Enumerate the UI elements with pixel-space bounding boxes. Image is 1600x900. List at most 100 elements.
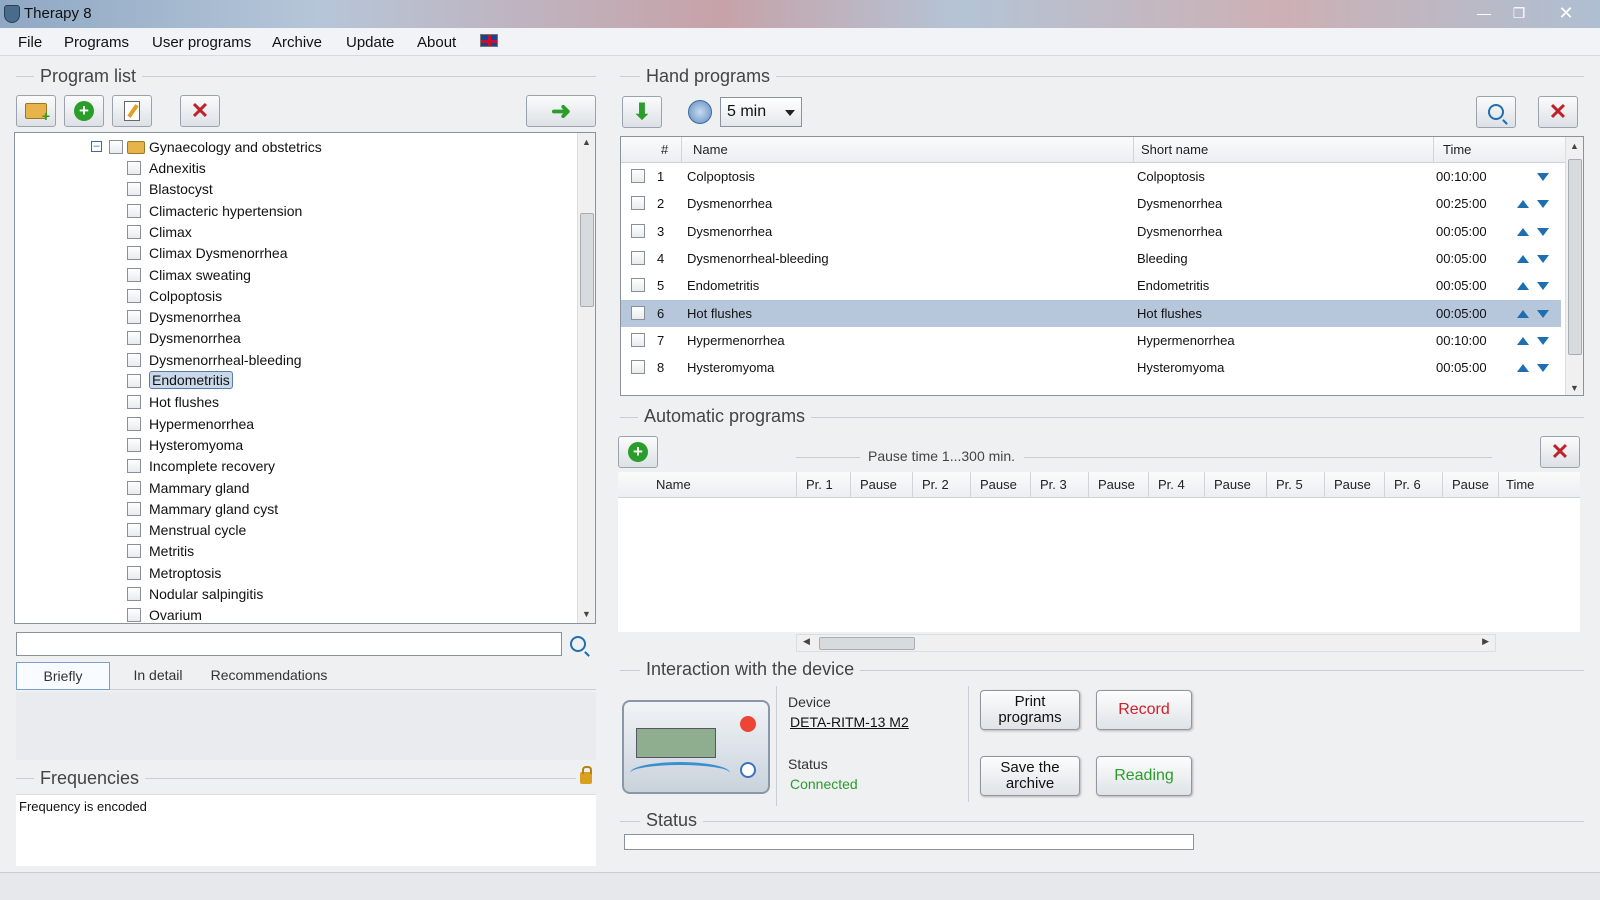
tree-item[interactable]: Hot flushes (15, 392, 575, 412)
tab-recommendations[interactable]: Recommendations (204, 662, 334, 690)
move-down-icon[interactable] (1537, 282, 1549, 291)
tree-item[interactable]: Endometritis (15, 371, 575, 391)
tree-item[interactable]: Blastocyst (15, 179, 575, 199)
tree-item-checkbox[interactable] (127, 267, 141, 282)
tree-item-checkbox[interactable] (127, 331, 141, 346)
tree-item-checkbox[interactable] (127, 587, 141, 601)
move-down-icon[interactable] (1537, 336, 1549, 345)
tree-item-checkbox[interactable] (127, 246, 141, 261)
move-down-icon[interactable] (1537, 200, 1549, 209)
move-up-icon[interactable] (1517, 364, 1529, 373)
table-row[interactable]: 4 Dysmenorrheal-bleeding Bleeding 00:05:00 (621, 245, 1561, 272)
hand-table-scrollbar[interactable]: ▲ ▼ (1565, 137, 1583, 395)
tree-item-checkbox[interactable] (127, 310, 141, 325)
maximize-icon[interactable]: ❐ (1505, 3, 1533, 23)
program-search-input[interactable] (16, 632, 562, 656)
menu-user-programs[interactable]: User programs (152, 34, 251, 51)
row-checkbox[interactable] (631, 250, 645, 265)
record-button[interactable]: Record (1096, 690, 1192, 730)
edit-program-button[interactable] (112, 95, 152, 127)
language-flag-icon[interactable] (480, 34, 498, 47)
tree-item-checkbox[interactable] (127, 523, 141, 538)
tree-item-checkbox[interactable] (127, 437, 141, 452)
row-checkbox[interactable] (631, 223, 645, 238)
tree-item[interactable]: Nodular salpingitis (15, 584, 575, 604)
automatic-programs-table[interactable]: Name Pr. 1 Pause Pr. 2 Pause Pr. 3 Pause Pr. 4 P… (618, 472, 1580, 632)
move-up-icon[interactable] (1517, 282, 1529, 291)
move-up-icon[interactable] (1517, 309, 1529, 318)
row-checkbox[interactable] (631, 196, 645, 211)
table-row[interactable]: 2 Dysmenorrhea Dysmenorrhea 00:25:00 (621, 190, 1561, 217)
add-automatic-program-button[interactable]: + (618, 436, 658, 468)
move-to-hand-programs-button[interactable]: ➜ (526, 95, 596, 127)
move-down-icon[interactable] (1537, 254, 1549, 263)
tree-item-checkbox[interactable] (127, 395, 141, 410)
tree-item-checkbox[interactable] (127, 203, 141, 218)
tree-item[interactable]: Metritis (15, 541, 575, 561)
reading-button[interactable]: Reading (1096, 756, 1192, 796)
move-down-icon[interactable] (1537, 227, 1549, 236)
menu-programs[interactable]: Programs (64, 34, 129, 51)
tree-scrollbar[interactable]: ▲ ▼ (577, 133, 595, 623)
table-row[interactable]: 6 Hot flushes Hot flushes 00:05:00 (621, 299, 1561, 327)
scroll-thumb[interactable] (580, 213, 594, 307)
move-up-icon[interactable] (1517, 200, 1529, 209)
tree-item[interactable]: Mammary gland cyst (15, 499, 575, 519)
tree-item[interactable]: Adnexitis (15, 158, 575, 178)
folder-checkbox[interactable] (109, 140, 123, 154)
clear-automatic-programs-button[interactable]: ✕ (1540, 436, 1580, 468)
row-checkbox[interactable] (631, 332, 645, 347)
tree-item-checkbox[interactable] (127, 374, 141, 388)
menu-file[interactable]: File (18, 34, 42, 51)
tree-item-checkbox[interactable] (127, 161, 141, 175)
print-programs-button[interactable]: Print programs (980, 690, 1080, 730)
collapse-icon[interactable]: – (91, 141, 102, 152)
move-down-button[interactable]: ⬇ (622, 96, 662, 128)
tree-item-checkbox[interactable] (127, 459, 141, 474)
minimize-icon[interactable]: — (1470, 3, 1498, 23)
scroll-left-icon[interactable]: ◀ (803, 636, 810, 647)
program-tree[interactable]: – Gynaecology and obstetrics Adnexitis Bl… (14, 132, 596, 624)
add-program-button[interactable]: + (64, 95, 104, 127)
tree-item[interactable]: Metroptosis (15, 563, 575, 583)
tree-item[interactable]: Hysteromyoma (15, 435, 575, 455)
tree-item-checkbox[interactable] (127, 608, 141, 623)
tree-item[interactable]: Climax (15, 222, 575, 242)
row-checkbox[interactable] (631, 305, 645, 320)
tree-item[interactable]: Dysmenorrheal-bleeding (15, 350, 575, 370)
menu-update[interactable]: Update (346, 34, 394, 51)
tree-item[interactable]: Menstrual cycle (15, 520, 575, 540)
tree-folder-row[interactable]: – Gynaecology and obstetrics (15, 137, 575, 157)
search-icon[interactable] (570, 636, 586, 652)
scroll-up-icon[interactable]: ▲ (582, 137, 591, 147)
time-select[interactable]: 5 min (720, 97, 802, 127)
tree-item[interactable]: Climax sweating (15, 265, 575, 285)
table-row[interactable]: 8 Hysteromyoma Hysteromyoma 00:05:00 (621, 354, 1561, 381)
tree-item[interactable]: Climax Dysmenorrhea (15, 243, 575, 263)
scroll-thumb[interactable] (1568, 159, 1582, 355)
tab-briefly[interactable]: Briefly (16, 662, 110, 690)
row-checkbox[interactable] (631, 360, 645, 375)
close-window-icon[interactable]: ✕ (1552, 3, 1580, 23)
scroll-up-icon[interactable]: ▲ (1570, 141, 1579, 151)
table-row[interactable]: 5 Endometritis Endometritis 00:05:00 (621, 272, 1561, 299)
tree-item[interactable]: Ovarium (15, 605, 575, 623)
search-programs-button[interactable] (1476, 96, 1516, 128)
move-up-icon[interactable] (1517, 227, 1529, 236)
menu-about[interactable]: About (417, 34, 456, 51)
tree-item-checkbox[interactable] (127, 224, 141, 239)
save-archive-button[interactable]: Save the archive (980, 756, 1080, 796)
auto-table-hscroll[interactable]: ◀ ▶ (796, 634, 1496, 652)
clear-hand-programs-button[interactable]: ✕ (1538, 96, 1578, 128)
move-down-icon[interactable] (1537, 309, 1549, 318)
tree-item-checkbox[interactable] (127, 544, 141, 559)
tree-item[interactable]: Hypermenorrhea (15, 414, 575, 434)
delete-program-button[interactable]: ✕ (180, 95, 220, 127)
add-folder-button[interactable] (16, 95, 56, 127)
tree-item[interactable]: Mammary gland (15, 478, 575, 498)
tree-item[interactable]: Dysmenorrhea (15, 328, 575, 348)
move-down-icon[interactable] (1537, 364, 1549, 373)
menu-archive[interactable]: Archive (272, 34, 322, 51)
tree-item-checkbox[interactable] (127, 501, 141, 516)
move-up-icon[interactable] (1517, 254, 1529, 263)
